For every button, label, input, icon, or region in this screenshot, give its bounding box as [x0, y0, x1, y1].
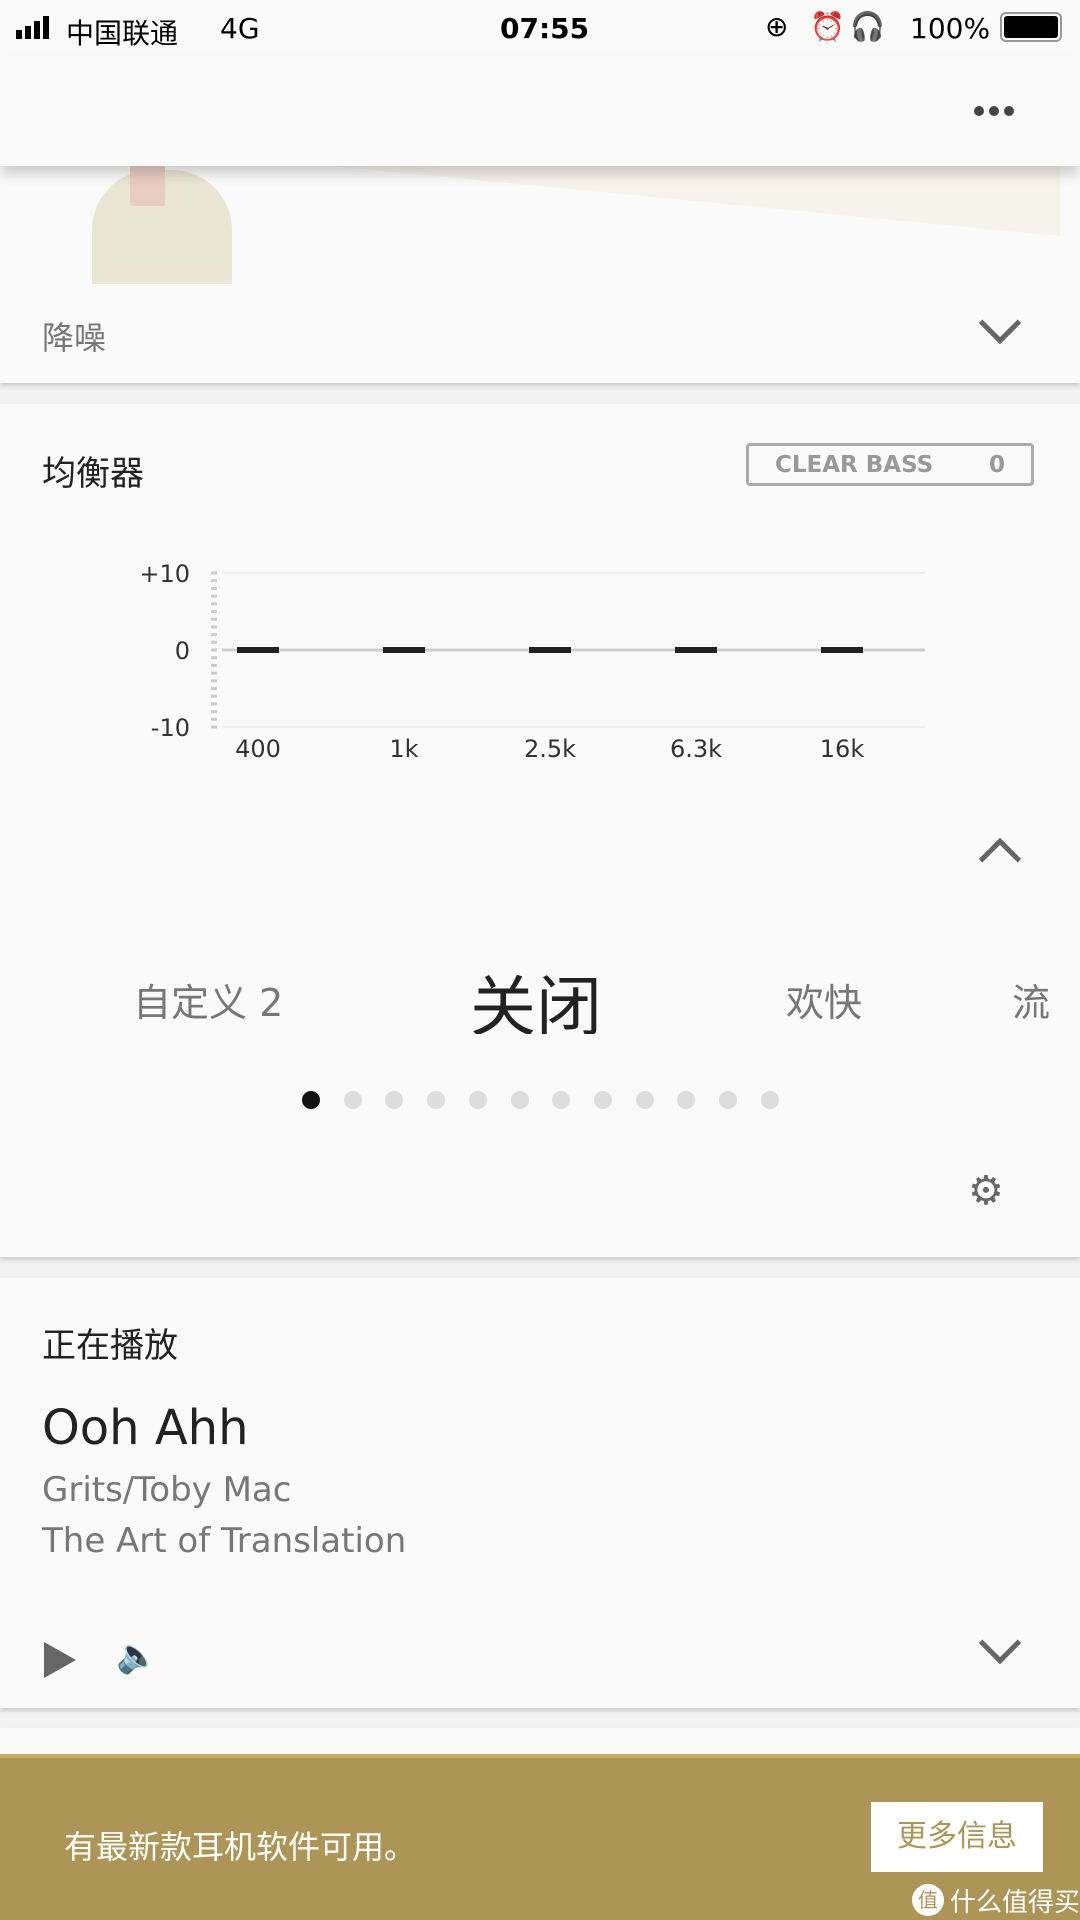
page-dot[interactable] — [302, 1091, 320, 1109]
page-dot[interactable] — [468, 1091, 487, 1109]
x-tick-label: 400 — [235, 735, 281, 763]
y-tick-label: 0 — [175, 637, 190, 665]
battery-icon — [1000, 12, 1062, 42]
x-tick-label: 6.3k — [670, 735, 722, 763]
watermark-text: 什么值得买 — [950, 1888, 1080, 1918]
app-header — [0, 56, 1080, 166]
preset-carousel[interactable]: 自定义 2 关闭 欢快 流 — [0, 954, 1080, 1034]
status-bar: 中国联通 4G 07:55 ⊕ ⏰ 🎧 100% — [0, 0, 1080, 56]
page-dot[interactable] — [635, 1091, 654, 1109]
carrier: 中国联通 — [66, 17, 179, 50]
clear-bass-label: CLEAR BASS — [775, 452, 934, 478]
preset-prev[interactable]: 自定义 2 — [133, 972, 283, 1027]
chevron-down-icon[interactable] — [978, 1621, 1022, 1665]
rotation-lock-icon: ⊕ — [765, 10, 789, 43]
preset-partial[interactable]: 流 — [1012, 972, 1050, 1027]
more-info-button[interactable]: 更多信息 — [871, 1802, 1043, 1872]
page-dot[interactable] — [385, 1091, 404, 1109]
clear-bass-value: 0 — [989, 452, 1006, 478]
battery-percent: 100% — [910, 12, 991, 45]
more-horizontal-icon[interactable] — [974, 106, 1014, 116]
gear-icon[interactable]: ⚙ — [968, 1168, 1004, 1214]
page-dot[interactable] — [677, 1091, 696, 1109]
eq-chart[interactable]: +10 0 -10 400 1k 2.5k 6.3k 16k — [0, 534, 1080, 774]
eq-band-handle[interactable] — [383, 647, 425, 653]
headphones-icon: 🎧 — [850, 10, 885, 43]
illustration-beam — [330, 166, 1060, 236]
page-dot[interactable] — [719, 1091, 737, 1109]
chevron-up-icon[interactable] — [978, 837, 1022, 881]
eq-band-handle[interactable] — [821, 647, 863, 653]
track-title: Ooh Ahh — [42, 1400, 249, 1456]
y-tick-label: +10 — [139, 560, 190, 588]
page-dot[interactable] — [510, 1091, 529, 1109]
page-dot[interactable] — [552, 1091, 571, 1109]
eq-band-handle[interactable] — [675, 647, 717, 653]
clock: 07:55 — [500, 12, 590, 45]
now-playing-card: 正在播放 Ooh Ahh Grits/Toby Mac The Art of T… — [0, 1278, 1080, 1708]
preset-next[interactable]: 欢快 — [786, 972, 862, 1027]
now-playing-title: 正在播放 — [42, 1326, 178, 1366]
y-tick-label: -10 — [151, 714, 190, 742]
banner-message: 有最新款耳机软件可用。 — [64, 1828, 417, 1866]
chevron-down-icon[interactable] — [978, 301, 1022, 345]
equalizer-card: 均衡器 CLEAR BASS 0 +10 0 -10 400 1k 2.5k 6.3k 16k… — [0, 404, 1080, 1257]
play-icon[interactable] — [44, 1642, 76, 1678]
x-tick-label: 2.5k — [524, 735, 576, 763]
page-dot[interactable] — [760, 1091, 779, 1109]
page-dot[interactable] — [427, 1091, 446, 1109]
noise-canceling-label: 降噪 — [42, 319, 107, 357]
clear-bass-button[interactable]: CLEAR BASS 0 — [746, 443, 1034, 486]
eq-band-handle[interactable] — [237, 647, 279, 653]
eq-band-handle[interactable] — [529, 647, 571, 653]
alarm-icon: ⏰ — [810, 10, 845, 43]
signal-icon — [16, 16, 49, 39]
page-dot[interactable] — [593, 1091, 612, 1109]
x-tick-label: 16k — [820, 735, 865, 763]
volume-icon[interactable]: 🔈 — [116, 1636, 158, 1676]
watermark-logo: 值 — [912, 1884, 944, 1916]
network-type: 4G — [220, 12, 260, 45]
album: The Art of Translation — [42, 1521, 407, 1561]
preset-current[interactable]: 关闭 — [470, 954, 602, 1034]
update-banner: 有最新款耳机软件可用。 更多信息 值 什么值得买 — [0, 1754, 1080, 1920]
x-tick-label: 1k — [389, 735, 418, 763]
page-dot[interactable] — [343, 1091, 362, 1109]
equalizer-title: 均衡器 — [42, 454, 144, 494]
artist: Grits/Toby Mac — [42, 1470, 292, 1510]
